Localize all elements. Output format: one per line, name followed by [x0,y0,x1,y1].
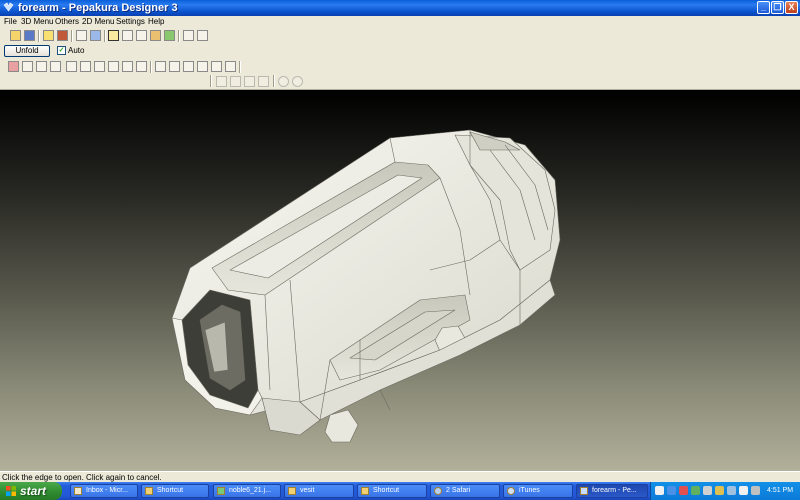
grid-icon[interactable] [197,61,208,72]
flap-icon[interactable] [36,61,47,72]
auto-label: Auto [68,46,85,55]
move-icon[interactable] [66,61,77,72]
refresh-icon[interactable] [136,61,147,72]
toolbar-separator [178,30,180,42]
align-middle-icon[interactable] [230,76,241,87]
rotate-part-icon[interactable] [80,61,91,72]
window-title: forearm - Pepakura Designer 3 [18,2,178,14]
taskbar-item[interactable]: Shortcut [141,484,209,498]
toolbar-separator [71,30,73,42]
save-icon[interactable] [24,30,35,41]
windows-flag-icon [6,486,16,496]
rotate-right-icon[interactable] [292,76,303,87]
undo-shape-icon[interactable] [122,61,133,72]
print-icon[interactable] [225,61,236,72]
taskbar-item[interactable]: 2 Safari [430,484,500,498]
join-icon[interactable] [22,61,33,72]
email-icon [74,487,82,495]
rotate-left-icon[interactable] [278,76,289,87]
align-center-icon[interactable] [169,61,180,72]
menu-others[interactable]: Others [55,16,79,28]
compass-icon [434,487,442,495]
taskbar-item[interactable]: vesit [284,484,354,498]
rotate-icon[interactable] [76,30,87,41]
cube-icon[interactable] [57,30,68,41]
toolbar-separator [273,75,275,87]
menu-3d[interactable]: 3D Menu [21,16,53,28]
maximize-button[interactable]: ❐ [771,1,784,14]
display-icon[interactable] [703,486,712,495]
menu-bar: File 3D Menu Others 2D Menu Settings Hel… [0,16,800,28]
edit-toolbar [0,58,800,74]
split-icon[interactable] [94,61,105,72]
battery-icon[interactable] [715,486,724,495]
toolbar-separator [239,61,241,73]
taskbar-item[interactable]: noble6_21.j... [213,484,281,498]
open-icon[interactable] [10,30,21,41]
taskbar: start Inbox - Micr... Shortcut noble6_21… [0,482,800,500]
toolbar-separator [150,61,152,73]
unfold-toolbar [0,44,800,58]
taskbar-item[interactable]: iTunes [503,484,573,498]
pepakura-app-icon [3,2,14,12]
system-tray: 4:51 PM [650,482,800,500]
texture-icon[interactable] [150,30,161,41]
start-button[interactable]: start [0,482,62,500]
3d-viewport[interactable] [0,90,800,471]
align-bottom-icon[interactable] [244,76,255,87]
color-icon[interactable] [164,30,175,41]
usb-icon[interactable] [751,486,760,495]
toolbar-separator [38,30,40,42]
toolbar-separator [210,75,212,87]
menu-settings[interactable]: Settings [116,16,145,28]
anchor-icon[interactable] [136,30,147,41]
start-label: start [20,484,47,498]
network-icon[interactable] [667,486,676,495]
folder-icon [288,487,296,495]
distribute-icon[interactable] [258,76,269,87]
taskbar-item[interactable]: Shortcut [357,484,427,498]
align-right-icon[interactable] [183,61,194,72]
close-button[interactable]: X [785,1,798,14]
clock: 4:51 PM [767,487,794,494]
itunes-icon [507,487,515,495]
fold-icon[interactable] [50,61,61,72]
print-area-icon[interactable] [211,61,222,72]
pepakura-icon [580,487,588,495]
align-left-icon[interactable] [155,61,166,72]
minimize-button[interactable]: _ [757,1,770,14]
folder-icon [145,487,153,495]
forearm-model [171,129,561,443]
lightbulb-icon[interactable] [43,30,54,41]
pencil-icon[interactable] [108,30,119,41]
split-view-icon[interactable] [197,30,208,41]
align-top-icon[interactable] [216,76,227,87]
cut-icon[interactable] [108,61,119,72]
bluetooth-icon[interactable] [727,486,736,495]
unfold-button[interactable]: Unfold [4,45,50,57]
title-bar[interactable]: forearm - Pepakura Designer 3 _ ❐ X [0,0,800,16]
image-icon [217,487,225,495]
align-toolbar [0,74,800,90]
main-toolbar [0,28,800,44]
help-icon[interactable] [655,486,664,495]
view-icon[interactable] [90,30,101,41]
taskbar-item-active[interactable]: forearm - Pe... [576,484,648,498]
auto-checkbox[interactable]: ✓ [57,46,66,55]
menu-file[interactable]: File [4,16,17,28]
toolbar-separator [104,30,106,42]
taskbar-item[interactable]: Inbox - Micr... [70,484,138,498]
menu-2d[interactable]: 2D Menu [82,16,114,28]
paste-icon[interactable] [122,30,133,41]
edit-tool-icon[interactable] [8,61,19,72]
menu-help[interactable]: Help [148,16,164,28]
sync-icon[interactable] [691,486,700,495]
folder-icon [361,487,369,495]
volume-icon[interactable] [739,486,748,495]
single-view-icon[interactable] [183,30,194,41]
antivirus-icon[interactable] [679,486,688,495]
